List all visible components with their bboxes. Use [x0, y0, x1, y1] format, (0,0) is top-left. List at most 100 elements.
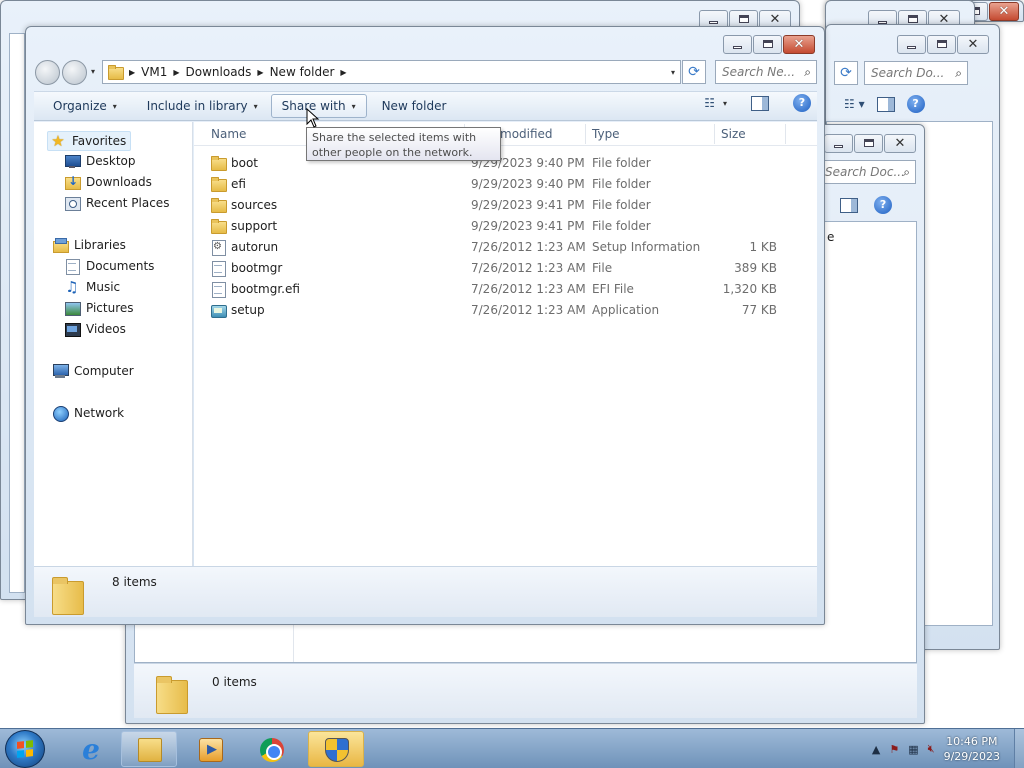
- preview-pane-icon[interactable]: [751, 95, 769, 111]
- preview-pane-icon[interactable]: [876, 96, 895, 112]
- minimize-button[interactable]: [824, 134, 853, 153]
- maximize-button[interactable]: [753, 35, 782, 54]
- file-type: File: [592, 261, 613, 275]
- address-bar[interactable]: ▶ VM1 ▶ Downloads ▶ New folder ▶ ▾: [102, 60, 681, 84]
- column-size[interactable]: Size: [721, 127, 746, 141]
- nav-network[interactable]: Network: [52, 405, 124, 422]
- column-name[interactable]: Name: [211, 127, 246, 141]
- nav-music[interactable]: ♫ Music: [64, 279, 120, 295]
- close-button[interactable]: ✕: [783, 35, 815, 54]
- chevron-down-icon[interactable]: ▾: [723, 99, 727, 108]
- file-date-modified: 7/26/2012 1:23 AM: [471, 303, 586, 317]
- nav-computer[interactable]: Computer: [52, 363, 134, 379]
- file-name: boot: [210, 155, 258, 171]
- search-placeholder: Search Ne...: [722, 65, 796, 79]
- maximize-button[interactable]: [854, 134, 883, 153]
- computer-icon: [52, 363, 69, 379]
- back-button[interactable]: [35, 60, 60, 85]
- file-type: File folder: [592, 177, 651, 191]
- file-icon: [210, 281, 226, 298]
- breadcrumb-vm1[interactable]: VM1 ▶: [141, 65, 179, 79]
- search-input[interactable]: Search Doc... ⌕: [818, 160, 916, 184]
- breadcrumb-arrow-icon[interactable]: ▶: [340, 68, 346, 77]
- file-row[interactable]: efi 9/29/2023 9:40 PM File folder: [194, 174, 817, 195]
- start-button[interactable]: [5, 730, 45, 768]
- refresh-button[interactable]: ⟳: [834, 61, 858, 85]
- close-button[interactable]: ✕: [989, 2, 1019, 21]
- network-disconnected-icon[interactable]: ▦: [908, 743, 918, 756]
- maximize-button[interactable]: [927, 35, 956, 54]
- search-input[interactable]: Search Do... ⌕: [864, 61, 968, 85]
- preview-pane-icon[interactable]: [840, 197, 859, 213]
- file-name: support: [210, 218, 277, 234]
- user-account-control-icon: [325, 738, 349, 762]
- taskbar-media-player[interactable]: [182, 731, 238, 767]
- nav-pictures[interactable]: Pictures: [64, 300, 134, 316]
- nav-libraries[interactable]: Libraries: [52, 237, 126, 253]
- file-row[interactable]: autorun 7/26/2012 1:23 AM Setup Informatio…: [194, 237, 817, 258]
- views-icon[interactable]: ☷ ▾: [844, 97, 865, 111]
- refresh-button[interactable]: ⟳: [682, 60, 706, 84]
- address-history-dropdown[interactable]: ▾: [671, 68, 675, 77]
- file-name: sources: [210, 197, 277, 213]
- minimize-button[interactable]: [723, 35, 752, 54]
- breadcrumb-arrow-icon[interactable]: ▶: [129, 68, 135, 77]
- nav-documents[interactable]: Documents: [64, 258, 154, 275]
- system-tray: ▲ ⚑ ▦ 🔇︎ 10:46 PM 9/29/2023: [872, 729, 1014, 768]
- explorer-window-new-folder: ✕ ▾ ▶ VM1 ▶ Downloads ▶ New folder ▶ ▾ ⟳ Se…: [25, 26, 825, 625]
- close-button[interactable]: ✕: [957, 35, 989, 54]
- file-row[interactable]: bootmgr 7/26/2012 1:23 AM File 389 KB: [194, 258, 817, 279]
- chevron-down-icon: ▾: [112, 101, 117, 111]
- file-row[interactable]: boot 9/29/2023 9:40 PM File folder: [194, 153, 817, 174]
- clock[interactable]: 10:46 PM 9/29/2023: [944, 734, 1000, 764]
- breadcrumb-new-folder[interactable]: New folder ▶: [270, 65, 347, 79]
- help-icon[interactable]: ?: [793, 94, 811, 112]
- nav-videos[interactable]: Videos: [64, 321, 126, 337]
- folder-icon: [210, 218, 227, 234]
- recent-pages-dropdown[interactable]: ▾: [91, 67, 95, 76]
- file-name: setup: [210, 302, 265, 318]
- breadcrumb-arrow-icon[interactable]: ▶: [173, 68, 179, 77]
- breadcrumb-downloads[interactable]: Downloads ▶: [186, 65, 264, 79]
- nav-favorites[interactable]: ★ Favorites: [47, 131, 132, 151]
- taskbar-chrome[interactable]: [243, 731, 299, 767]
- minimize-button[interactable]: [897, 35, 926, 54]
- volume-muted-icon[interactable]: 🔇︎: [928, 742, 935, 756]
- search-icon: ⌕: [955, 66, 962, 80]
- column-divider[interactable]: [714, 124, 715, 144]
- taskbar-user-account-control[interactable]: [308, 731, 364, 767]
- folder-icon: [210, 155, 227, 171]
- show-hidden-icons-icon[interactable]: ▲: [872, 743, 880, 756]
- file-row[interactable]: support 9/29/2023 9:41 PM File folder: [194, 216, 817, 237]
- nav-recent-places[interactable]: Recent Places: [64, 195, 169, 211]
- window-body: [9, 33, 25, 593]
- column-type[interactable]: Type: [592, 127, 620, 141]
- taskbar-internet-explorer[interactable]: e: [62, 731, 118, 767]
- file-date-modified: 9/29/2023 9:41 PM: [471, 198, 585, 212]
- search-input[interactable]: Search Ne... ⌕: [715, 60, 817, 84]
- column-date-modified[interactable]: modified: [500, 127, 553, 141]
- nav-desktop[interactable]: Desktop: [64, 153, 136, 169]
- file-date-modified: 7/26/2012 1:23 AM: [471, 240, 586, 254]
- organize-button[interactable]: Organize ▾: [42, 94, 128, 118]
- column-divider[interactable]: [785, 124, 786, 144]
- folder-icon: [52, 575, 84, 615]
- include-in-library-button[interactable]: Include in library ▾: [136, 94, 269, 118]
- action-center-icon[interactable]: ⚑: [889, 743, 899, 756]
- change-view-icon[interactable]: ☷: [704, 96, 715, 110]
- file-row[interactable]: sources 9/29/2023 9:41 PM File folder: [194, 195, 817, 216]
- help-icon[interactable]: ?: [906, 95, 925, 113]
- chevron-down-icon: ▾: [351, 101, 356, 111]
- file-row[interactable]: setup 7/26/2012 1:23 AM Application 77 KB: [194, 300, 817, 321]
- close-button[interactable]: ✕: [884, 134, 916, 153]
- navigation-pane: ★ Favorites Desktop Downloads Recent Pla…: [34, 122, 193, 566]
- show-desktop-button[interactable]: [1014, 729, 1024, 768]
- file-row[interactable]: bootmgr.efi 7/26/2012 1:23 AM EFI File 1,32…: [194, 279, 817, 300]
- breadcrumb-arrow-icon[interactable]: ▶: [257, 68, 263, 77]
- new-folder-button[interactable]: New folder: [371, 94, 458, 118]
- nav-downloads[interactable]: Downloads: [64, 174, 152, 190]
- help-icon[interactable]: ?: [874, 196, 893, 214]
- column-divider[interactable]: [585, 124, 586, 144]
- forward-button[interactable]: [62, 60, 87, 85]
- taskbar-windows-explorer[interactable]: [121, 731, 177, 767]
